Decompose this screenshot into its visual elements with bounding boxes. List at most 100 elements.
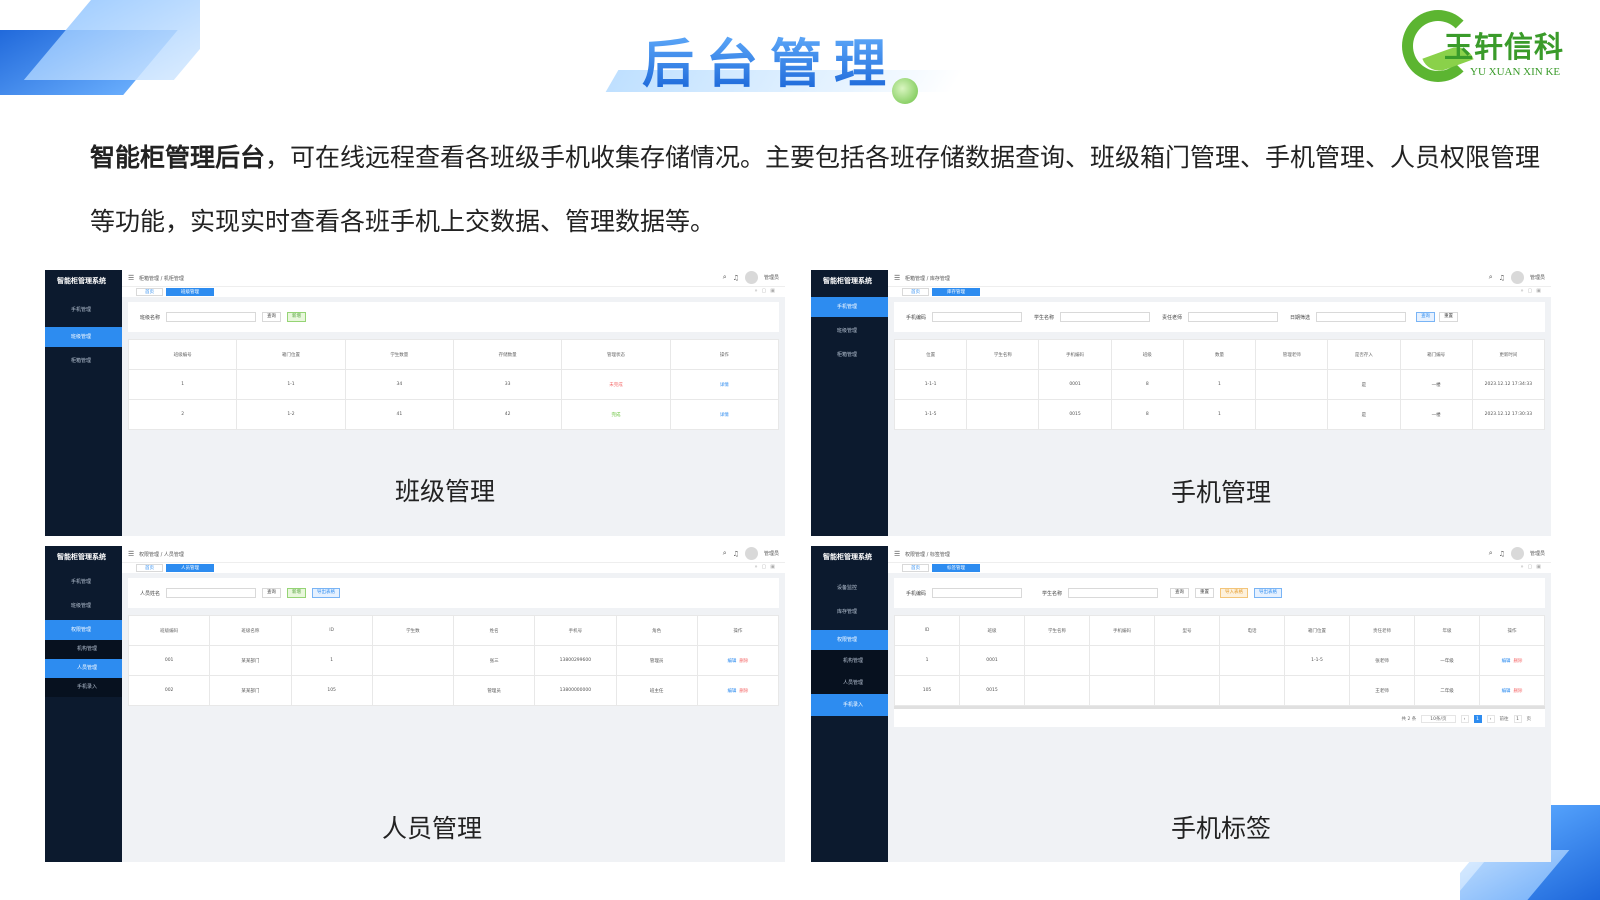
import-button[interactable]: 导入表格 xyxy=(1220,588,1249,598)
tab-home[interactable]: 首页 xyxy=(136,288,163,296)
sidebar-item-stock[interactable]: 库存管理 xyxy=(811,602,888,622)
column-header[interactable]: ID xyxy=(894,615,960,646)
tab-controls-icon[interactable]: »▢▣ xyxy=(754,288,779,294)
column-header[interactable]: 学生名称 xyxy=(966,339,1040,370)
column-header[interactable]: 位置 xyxy=(893,339,968,370)
sidebar-item-class[interactable]: 班级管理 xyxy=(45,596,122,616)
sidebar-item-phone[interactable]: 手机管理 xyxy=(45,300,122,320)
add-button[interactable]: 新增 xyxy=(287,312,307,322)
column-header[interactable]: 责任老师 xyxy=(1349,615,1415,646)
sidebar-item-monitor[interactable]: 设备监控 xyxy=(811,578,888,598)
tab-current[interactable]: 库存管理 xyxy=(932,288,980,296)
edit-link[interactable]: 编辑 xyxy=(727,659,736,664)
export-button[interactable]: 导出表格 xyxy=(1254,588,1283,598)
search-icon[interactable]: ⌕ xyxy=(723,273,727,282)
page-number[interactable]: 1 xyxy=(1473,715,1482,723)
delete-link[interactable]: 删除 xyxy=(1513,689,1522,694)
tab-current[interactable]: 人员管理 xyxy=(166,564,214,572)
sidebar-item-permission[interactable]: 权限管理 xyxy=(811,630,888,650)
column-header[interactable]: 班级 xyxy=(959,615,1025,646)
edit-link[interactable]: 编辑 xyxy=(1502,689,1511,694)
tab-controls-icon[interactable]: »▢▣ xyxy=(754,564,779,570)
tab-home[interactable]: 首页 xyxy=(136,564,163,572)
tab-home[interactable]: 首页 xyxy=(902,288,929,296)
search-icon[interactable]: ⌕ xyxy=(723,549,727,558)
reset-button[interactable]: 重置 xyxy=(1439,312,1459,322)
sidebar-item-cabinet[interactable]: 柜箱管理 xyxy=(811,345,888,365)
column-header[interactable]: 数量 xyxy=(1182,339,1257,370)
date-filter-input[interactable] xyxy=(1316,312,1407,322)
phone-code-input[interactable] xyxy=(932,588,1023,598)
sidebar-item-class[interactable]: 班级管理 xyxy=(811,321,888,341)
column-header[interactable]: 手机号 xyxy=(534,615,617,646)
column-header[interactable]: 存储数量 xyxy=(452,339,563,370)
column-header[interactable]: 学生名称 xyxy=(1024,615,1090,646)
sidebar-item-class[interactable]: 班级管理 xyxy=(45,327,122,347)
menu-icon[interactable]: ☰ xyxy=(894,274,901,282)
column-header[interactable]: 年级 xyxy=(1414,615,1480,646)
avatar[interactable] xyxy=(1510,547,1524,560)
tab-current[interactable]: 标签管理 xyxy=(932,564,980,572)
search-icon[interactable]: ⌕ xyxy=(1489,273,1493,282)
column-header[interactable]: 手机编码 xyxy=(1089,615,1155,646)
prev-page-icon[interactable]: ‹ xyxy=(1460,715,1469,723)
avatar[interactable] xyxy=(1510,271,1524,284)
sidebar-item-phone[interactable]: 手机管理 xyxy=(45,572,122,592)
sidebar-item-org[interactable]: 机构管理 xyxy=(45,640,122,659)
user-name[interactable]: 管理员 xyxy=(764,550,779,557)
column-header[interactable]: 学生数量 xyxy=(344,339,454,370)
column-header[interactable]: 管理状态 xyxy=(561,339,671,370)
column-header[interactable]: 学生数 xyxy=(371,615,455,646)
delete-link[interactable]: 删除 xyxy=(1513,659,1522,664)
column-header[interactable]: 手机编码 xyxy=(1038,339,1112,370)
bell-icon[interactable]: ♫ xyxy=(1499,274,1505,282)
column-header[interactable]: 箱门编号 xyxy=(1399,339,1473,370)
page-size-select[interactable]: 10条/页 xyxy=(1421,715,1456,723)
delete-link[interactable]: 删除 xyxy=(739,689,748,694)
reset-button[interactable]: 重置 xyxy=(1195,588,1215,598)
next-page-icon[interactable]: › xyxy=(1486,715,1495,723)
column-header[interactable]: 型号 xyxy=(1154,615,1220,646)
export-button[interactable]: 导出表格 xyxy=(312,588,341,598)
column-header[interactable]: 班级 xyxy=(1110,339,1184,370)
sidebar-item-phone[interactable]: 手机管理 xyxy=(811,297,888,317)
column-header[interactable]: 更新时间 xyxy=(1471,339,1546,370)
column-header[interactable]: 电话 xyxy=(1219,615,1285,646)
sidebar-item-people[interactable]: 人员管理 xyxy=(811,672,888,694)
edit-link[interactable]: 编辑 xyxy=(727,689,736,694)
student-name-input[interactable] xyxy=(1068,588,1159,598)
user-name[interactable]: 管理员 xyxy=(1530,550,1545,557)
details-link[interactable]: 详情 xyxy=(669,399,780,430)
student-name-input[interactable] xyxy=(1060,312,1151,322)
search-input[interactable] xyxy=(166,312,257,322)
bell-icon[interactable]: ♫ xyxy=(733,550,739,558)
sidebar-item-phone-entry[interactable]: 手机录入 xyxy=(45,678,122,697)
phone-code-input[interactable] xyxy=(932,312,1023,322)
delete-link[interactable]: 删除 xyxy=(739,659,748,664)
user-name[interactable]: 管理员 xyxy=(764,274,779,281)
tab-home[interactable]: 首页 xyxy=(902,564,929,572)
query-button[interactable]: 查询 xyxy=(1170,588,1190,598)
tab-controls-icon[interactable]: »▢▣ xyxy=(1520,288,1545,294)
details-link[interactable]: 详情 xyxy=(669,369,780,400)
bell-icon[interactable]: ♫ xyxy=(733,274,739,282)
avatar[interactable] xyxy=(744,547,758,560)
sidebar-item-people[interactable]: 人员管理 xyxy=(45,659,122,678)
search-input[interactable] xyxy=(166,588,257,598)
query-button[interactable]: 查询 xyxy=(262,588,282,598)
menu-icon[interactable]: ☰ xyxy=(128,550,135,558)
query-button[interactable]: 查询 xyxy=(1416,312,1436,322)
column-header[interactable]: 管理老师 xyxy=(1255,339,1329,370)
user-name[interactable]: 管理员 xyxy=(1530,274,1545,281)
column-header[interactable]: 班级名称 xyxy=(209,615,292,646)
add-button[interactable]: 新增 xyxy=(287,588,307,598)
sidebar-item-permission[interactable]: 权限管理 xyxy=(45,620,122,640)
tab-controls-icon[interactable]: »▢▣ xyxy=(1520,564,1545,570)
column-header[interactable]: 是否存入 xyxy=(1327,339,1401,370)
column-header[interactable]: 姓名 xyxy=(452,615,536,646)
column-header[interactable]: 角色 xyxy=(615,615,698,646)
sidebar-item-org[interactable]: 机构管理 xyxy=(811,650,888,672)
teacher-input[interactable] xyxy=(1188,312,1279,322)
column-header[interactable]: 班级编号 xyxy=(127,339,238,370)
goto-page-input[interactable]: 1 xyxy=(1513,715,1522,723)
